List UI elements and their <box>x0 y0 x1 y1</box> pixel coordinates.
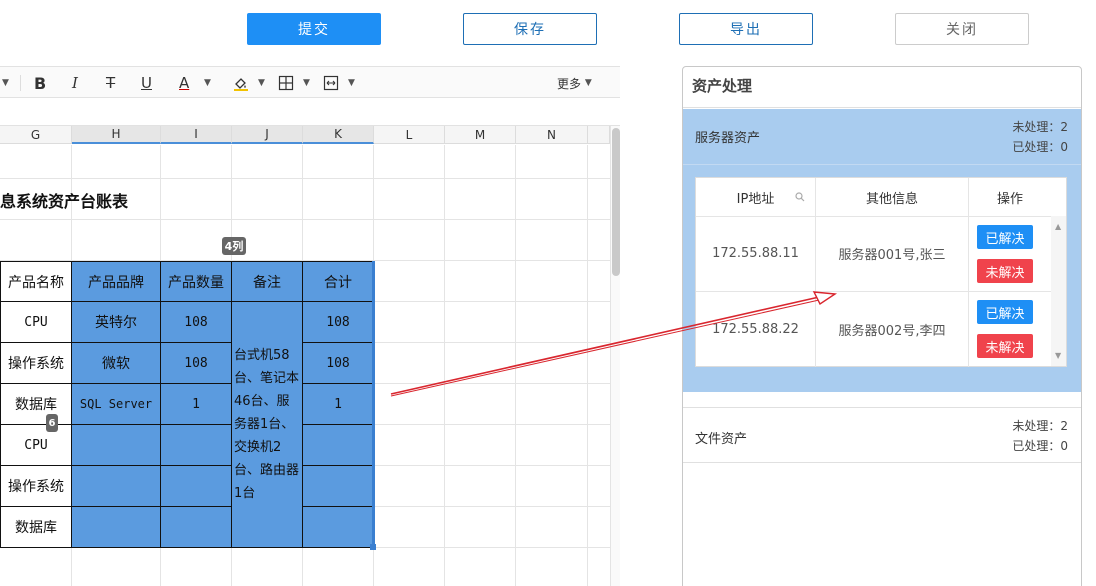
info-cell: 服务器001号,张三 <box>816 216 969 291</box>
chevron-down-icon[interactable]: ▼ <box>204 67 211 99</box>
header-total[interactable]: 合计 <box>302 261 374 302</box>
sheet-scrollbar[interactable] <box>610 126 620 586</box>
font-color-button[interactable]: A <box>179 67 189 99</box>
ip-header-label: IP地址 <box>736 191 775 207</box>
column-header-blank <box>588 126 610 144</box>
borders-icon[interactable] <box>278 67 294 99</box>
column-header-g[interactable]: G <box>0 126 72 144</box>
close-button[interactable]: 关闭 <box>895 13 1029 45</box>
merge-cells-icon[interactable] <box>323 67 339 99</box>
table-cell[interactable] <box>71 424 161 466</box>
table-cell[interactable] <box>71 506 161 548</box>
table-cell[interactable]: 操作系统 <box>0 465 72 507</box>
more-label: 更多 <box>557 76 582 91</box>
sheet-title: 息系统资产台账表 <box>0 192 129 211</box>
server-asset-section: 服务器资产 未处理：2 已处理：0 IP地址 其他信息 操作 172.55.88… <box>683 109 1081 392</box>
action-column-header: 操作 <box>996 191 1023 207</box>
workspace: 提交 保存 导出 关闭 ▼ B I T U A ▼ ▼ ▼ ▼ 更多 ▼ G H… <box>0 0 1096 586</box>
more-menu[interactable]: 更多 ▼ <box>557 67 592 99</box>
save-button[interactable]: 保存 <box>463 13 597 45</box>
export-button[interactable]: 导出 <box>679 13 813 45</box>
chevron-down-icon[interactable]: ▼ <box>348 67 355 99</box>
server-asset-table: IP地址 其他信息 操作 172.55.88.11 服务器001号,张三 已解决… <box>695 177 1067 367</box>
panel-title: 资产处理 <box>692 77 753 95</box>
table-cell[interactable]: 108 <box>302 342 374 384</box>
solved-button[interactable]: 已解决 <box>977 300 1033 324</box>
scroll-up-icon[interactable]: ▲ <box>1055 222 1061 231</box>
table-cell[interactable] <box>160 506 232 548</box>
table-cell[interactable] <box>302 506 374 548</box>
italic-button[interactable]: I <box>72 67 78 99</box>
chevron-down-icon[interactable]: ▼ <box>303 67 310 99</box>
chevron-down-icon[interactable]: ▼ <box>258 67 265 99</box>
underline-button[interactable]: U <box>141 67 152 99</box>
column-header-l[interactable]: L <box>374 126 445 144</box>
unprocessed-count: 未处理：2 <box>1012 419 1068 433</box>
table-cell[interactable]: CPU <box>0 301 72 343</box>
section-name[interactable]: 文件资产 <box>695 428 747 447</box>
info-cell: 服务器002号,李四 <box>816 292 969 367</box>
ip-cell: 172.55.88.22 <box>696 292 816 367</box>
column-header-m[interactable]: M <box>445 126 516 144</box>
processed-count: 已处理：0 <box>1012 140 1068 154</box>
sheet-scrollbar-thumb[interactable] <box>612 128 620 276</box>
column-header-k[interactable]: K <box>303 126 374 144</box>
column-count-badge: 4列 <box>222 237 246 255</box>
table-cell[interactable]: 108 <box>160 342 232 384</box>
table-cell[interactable]: 操作系统 <box>0 342 72 384</box>
header-note[interactable]: 备注 <box>231 261 303 302</box>
submit-button[interactable]: 提交 <box>247 13 381 45</box>
formula-bar[interactable] <box>0 98 620 126</box>
table-cell[interactable] <box>160 424 232 466</box>
bold-button[interactable]: B <box>34 67 46 99</box>
unsolved-button[interactable]: 未解决 <box>977 334 1033 358</box>
table-cell[interactable]: 1 <box>160 383 232 425</box>
ip-cell: 172.55.88.11 <box>696 216 816 291</box>
solved-button[interactable]: 已解决 <box>977 225 1033 249</box>
table-cell[interactable] <box>302 465 374 507</box>
header-brand[interactable]: 产品品牌 <box>71 261 161 302</box>
note-merged-cell[interactable]: 台式机58台、笔记本46台、服务器1台、交换机2台、路由器1台 <box>231 301 303 548</box>
spreadsheet-grid[interactable]: 息系统资产台账表 产品名称 产品品牌 产品数量 备注 合计 CPU 英特尔 10… <box>0 145 610 586</box>
table-cell[interactable]: 数据库 <box>0 506 72 548</box>
table-cell[interactable]: 微软 <box>71 342 161 384</box>
table-cell[interactable]: CPU <box>0 424 72 466</box>
table-scrollbar[interactable]: ▲ ▼ <box>1051 216 1066 366</box>
table-cell[interactable]: 108 <box>302 301 374 343</box>
format-toolbar: ▼ B I T U A ▼ ▼ ▼ ▼ 更多 ▼ <box>0 66 620 98</box>
asset-panel: 资产处理 服务器资产 未处理：2 已处理：0 IP地址 其他信息 操作 172.… <box>682 66 1082 586</box>
file-asset-section: 文件资产 未处理：2 已处理：0 <box>683 407 1081 463</box>
column-header-h[interactable]: H <box>72 126 161 144</box>
column-header-i[interactable]: I <box>161 126 232 144</box>
row-count-badge: 6 <box>46 414 58 432</box>
column-header-n[interactable]: N <box>516 126 588 144</box>
info-column-header: 其他信息 <box>816 178 969 216</box>
table-cell[interactable]: 108 <box>160 301 232 343</box>
table-cell[interactable]: 英特尔 <box>71 301 161 343</box>
chevron-down-icon[interactable]: ▼ <box>2 67 9 99</box>
header-product-name[interactable]: 产品名称 <box>0 261 72 302</box>
ip-column-header[interactable]: IP地址 <box>696 178 816 216</box>
fill-color-icon[interactable] <box>233 67 249 99</box>
table-cell[interactable]: 数据库 <box>0 383 72 425</box>
table-cell[interactable] <box>160 465 232 507</box>
search-icon[interactable] <box>795 191 805 206</box>
strikethrough-button[interactable]: T <box>106 67 115 99</box>
table-cell[interactable]: SQL Server <box>71 383 161 425</box>
section-name[interactable]: 服务器资产 <box>695 127 760 146</box>
header-quantity[interactable]: 产品数量 <box>160 261 232 302</box>
table-cell[interactable] <box>302 424 374 466</box>
unsolved-button[interactable]: 未解决 <box>977 259 1033 283</box>
table-cell[interactable] <box>71 465 161 507</box>
unprocessed-count: 未处理：2 <box>1012 120 1068 134</box>
column-header-j[interactable]: J <box>232 126 303 144</box>
table-cell[interactable]: 1 <box>302 383 374 425</box>
scroll-down-icon[interactable]: ▼ <box>1055 351 1061 360</box>
processed-count: 已处理：0 <box>1012 439 1068 453</box>
